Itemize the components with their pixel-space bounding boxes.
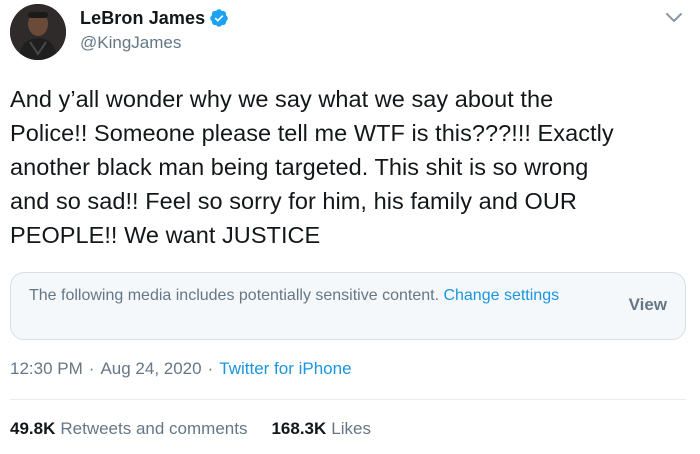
likes-count: 168.3K — [271, 419, 327, 438]
view-button[interactable]: View — [629, 295, 667, 315]
tweet-meta: 12:30 PM · Aug 24, 2020 · Twitter for iP… — [10, 359, 352, 379]
sensitive-media-notice: The following media includes potentially… — [10, 272, 686, 340]
divider — [10, 399, 686, 400]
tweet-card: LeBron James @KingJames And y’all wonder… — [0, 0, 700, 454]
sensitive-notice-message: The following media includes potentially… — [29, 287, 444, 304]
retweets-count: 49.8K — [10, 419, 56, 438]
likes-label: Likes — [331, 419, 371, 438]
tweet-stats: 49.8K Retweets and comments 168.3K Likes — [10, 419, 371, 439]
tweet-text: And y’all wonder why we say what we say … — [10, 86, 614, 248]
retweets-stat[interactable]: 49.8K Retweets and comments — [10, 419, 247, 439]
user-info: LeBron James @KingJames — [80, 7, 229, 53]
tweet-source-link[interactable]: Twitter for iPhone — [219, 359, 351, 379]
tweet-date[interactable]: Aug 24, 2020 — [100, 359, 201, 379]
meta-separator-2: · — [207, 359, 214, 378]
avatar[interactable] — [10, 4, 66, 60]
sensitive-notice-text: The following media includes potentially… — [29, 285, 589, 307]
user-handle[interactable]: @KingJames — [80, 33, 229, 53]
tweet-time[interactable]: 12:30 PM — [10, 359, 83, 379]
change-settings-link[interactable]: Change settings — [443, 287, 559, 304]
meta-separator: · — [88, 359, 95, 378]
retweets-label: Retweets and comments — [60, 419, 248, 438]
display-name[interactable]: LeBron James — [80, 8, 205, 29]
verified-badge-icon — [209, 8, 229, 28]
chevron-down-icon[interactable] — [666, 10, 682, 22]
likes-stat[interactable]: 168.3K Likes — [271, 419, 371, 439]
name-row: LeBron James — [80, 7, 229, 29]
